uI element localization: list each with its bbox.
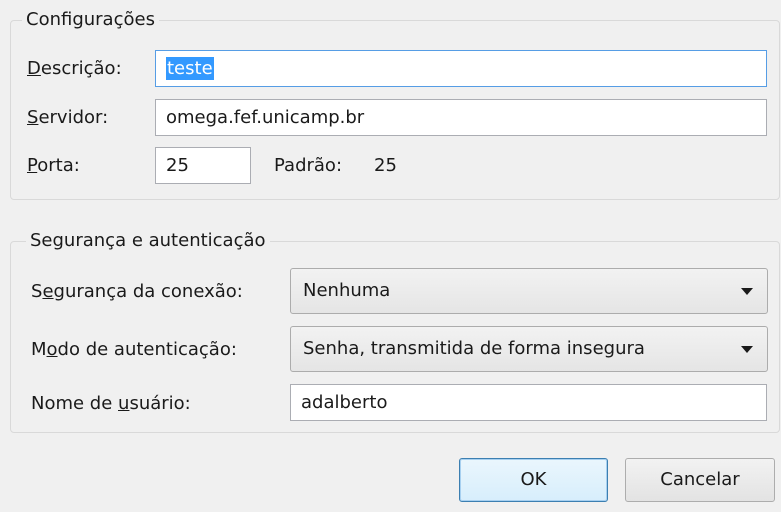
description-label-text: escrição: <box>40 58 122 79</box>
description-label-mnemonic: D <box>27 58 41 79</box>
server-input[interactable]: omega.fef.unicamp.br <box>155 99 767 136</box>
cancel-button[interactable]: Cancelar <box>625 458 775 502</box>
auth-mode-label-mnemonic: o <box>46 339 58 360</box>
username-label-mnemonic: u <box>118 393 130 414</box>
chevron-down-icon <box>741 288 753 295</box>
username-label: Nome de usuário: <box>31 392 191 416</box>
connection-security-label-mnemonic: e <box>42 281 54 302</box>
connection-security-select[interactable]: Nenhuma <box>290 268 768 314</box>
port-label-mnemonic: P <box>27 155 38 176</box>
auth-mode-label-pre: M <box>31 339 47 360</box>
settings-group-legend: Configurações <box>22 9 159 31</box>
server-label: Servidor: <box>27 106 108 130</box>
username-label-pre: Nome de <box>31 393 119 414</box>
server-label-mnemonic: S <box>27 107 39 128</box>
port-label: Porta: <box>27 154 80 178</box>
auth-mode-select[interactable]: Senha, transmitida de forma insegura <box>290 326 768 372</box>
description-label: Descrição: <box>27 57 122 81</box>
description-input[interactable]: teste <box>155 50 767 87</box>
connection-security-label-text: gurança da conexão: <box>53 281 243 302</box>
security-group-legend: Segurança e autenticação <box>26 230 270 252</box>
username-input[interactable]: adalberto <box>290 384 767 421</box>
connection-security-label-pre: S <box>31 281 43 302</box>
port-input-value: 25 <box>166 155 189 176</box>
default-port-value: 25 <box>374 155 397 176</box>
connection-security-value: Nenhuma <box>303 280 391 301</box>
port-label-text: orta: <box>37 155 80 176</box>
auth-mode-value: Senha, transmitida de forma insegura <box>303 338 645 359</box>
username-input-value: adalberto <box>301 392 388 413</box>
username-label-text: suário: <box>129 393 191 414</box>
auth-mode-label: Modo de autenticação: <box>31 338 237 362</box>
default-port-label: Padrão: <box>274 155 343 176</box>
port-input[interactable]: 25 <box>155 147 251 184</box>
server-label-text: ervidor: <box>38 107 109 128</box>
ok-button[interactable]: OK <box>459 458 608 502</box>
chevron-down-icon <box>741 346 753 353</box>
auth-mode-label-text: do de autenticação: <box>57 339 237 360</box>
description-input-value: teste <box>166 57 214 80</box>
connection-security-label: Segurança da conexão: <box>31 280 243 304</box>
server-input-value: omega.fef.unicamp.br <box>166 107 365 128</box>
